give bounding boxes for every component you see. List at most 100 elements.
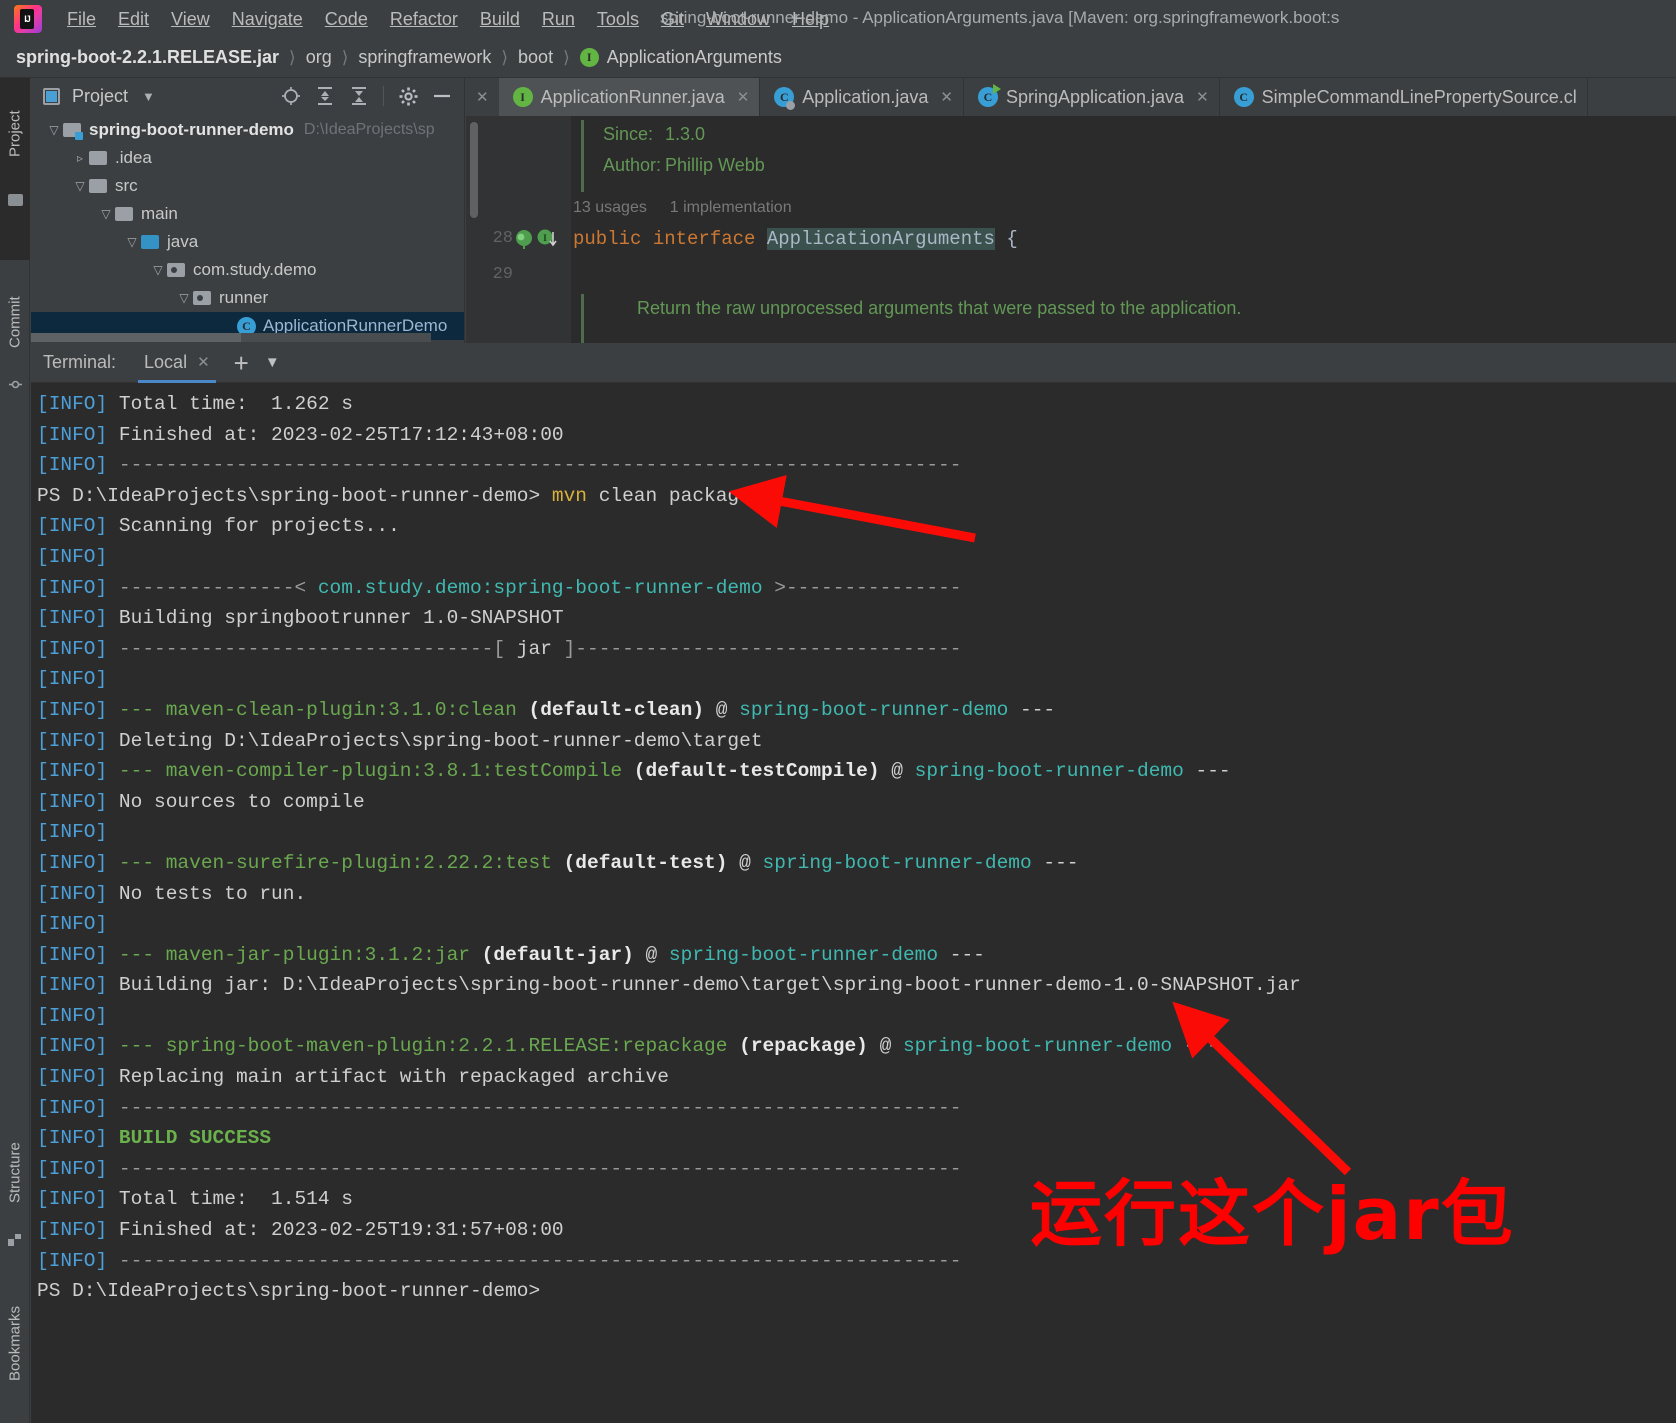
commit-icon: [9, 378, 22, 391]
terminal-log-line: [INFO] ---------------------------------…: [37, 454, 962, 477]
implementations-count[interactable]: 1 implementation: [670, 199, 792, 216]
chevron-right-icon[interactable]: ▹: [71, 151, 89, 165]
chevron-down-icon[interactable]: ▽: [71, 179, 89, 193]
terminal-tab-label: Local: [144, 351, 188, 372]
chevron-right-icon: ⟩: [289, 47, 296, 67]
terminal-log-line: [INFO]: [37, 668, 119, 691]
select-opened-file-icon[interactable]: [281, 86, 301, 106]
tab-application-java[interactable]: C Application.java ✕: [760, 78, 964, 116]
menu-run[interactable]: Run: [531, 5, 586, 34]
terminal-log-line: [INFO] --------------------------------[…: [37, 637, 962, 660]
hide-panel-icon[interactable]: [432, 86, 452, 106]
close-icon[interactable]: ✕: [1196, 88, 1209, 106]
editor-tab-bar: ✕ I ApplicationRunner.java ✕ C Applicati…: [466, 78, 1676, 116]
folder-icon: [89, 179, 107, 193]
menu-refactor[interactable]: Refactor: [379, 5, 469, 34]
chevron-down-icon[interactable]: ▽: [45, 123, 63, 137]
tree-item-src[interactable]: ▽ src: [31, 172, 464, 200]
menu-tools[interactable]: Tools: [586, 5, 650, 34]
terminal-log-line: [INFO] BUILD SUCCESS: [37, 1127, 272, 1150]
collapse-all-icon[interactable]: [349, 86, 369, 106]
chevron-down-icon[interactable]: ▼: [142, 89, 155, 104]
chevron-down-icon[interactable]: ▽: [97, 207, 115, 221]
gear-icon[interactable]: [398, 86, 418, 106]
runnable-class-icon: C: [977, 84, 1001, 107]
left-tool-stripe: Project Commit Structure Bookmarks: [0, 78, 30, 1423]
spring-class-icon: C: [774, 87, 796, 110]
interface-icon: I: [579, 48, 599, 67]
code-modifier: public: [573, 228, 642, 250]
override-marker-icon[interactable]: [513, 228, 535, 253]
javadoc-gutter-bar-2: [581, 294, 584, 343]
code-editor[interactable]: 28 29 I Since: 1.3.0 Author: Phillip Webb …: [466, 116, 1676, 343]
terminal-log-line: [INFO] Building springbootrunner 1.0-SNA…: [37, 607, 564, 630]
new-terminal-button[interactable]: +: [234, 350, 249, 376]
breadcrumb-jar[interactable]: spring-boot-2.2.1.RELEASE.jar: [16, 47, 279, 68]
menu-code-label: Code: [324, 8, 368, 29]
menu-tools-label: Tools: [596, 8, 639, 29]
chevron-right-icon: ⟩: [341, 47, 349, 67]
javadoc-label: Author:: [603, 155, 662, 175]
usages-hint[interactable]: 13 usages 1 implementation: [573, 199, 792, 217]
terminal-log-line: [INFO] --- maven-surefire-plugin:2.22.2:…: [37, 851, 1079, 874]
chevron-down-icon[interactable]: ▽: [123, 235, 141, 249]
menu-build[interactable]: Build: [469, 5, 531, 34]
terminal-tab-local[interactable]: Local ✕: [138, 344, 216, 383]
menu-file[interactable]: File: [56, 5, 107, 34]
project-panel-header: Project ▼: [31, 78, 464, 114]
menu-navigate[interactable]: Navigate: [221, 5, 314, 34]
implementation-marker-icon[interactable]: I: [536, 228, 560, 253]
tree-item-java[interactable]: ▽ java: [31, 228, 464, 256]
menu-git[interactable]: Git: [650, 5, 695, 34]
tree-item-com-study-demo[interactable]: ▽ com.study.demo: [31, 256, 464, 284]
tab-simplecommandlinepropertysource[interactable]: C SimpleCommandLinePropertySource.cl: [1220, 78, 1588, 116]
close-icon[interactable]: ✕: [940, 88, 953, 106]
expand-all-icon[interactable]: [315, 86, 335, 106]
scrollbar-thumb[interactable]: [31, 333, 241, 342]
terminal-log-line: [INFO] ---------------------------------…: [37, 1096, 962, 1119]
terminal-log-line: [INFO] ---------------< com.study.demo:s…: [37, 576, 962, 599]
tree-item-label: src: [115, 176, 138, 195]
terminal-log-line: [INFO] Building jar: D:\IdeaProjects\spr…: [37, 974, 1301, 997]
source-folder-icon: [141, 235, 159, 249]
project-horizontal-scrollbar[interactable]: [31, 333, 431, 342]
breadcrumb-springframework[interactable]: springframework: [358, 47, 491, 68]
chevron-down-icon[interactable]: ▽: [149, 263, 167, 277]
editor-vertical-scrollbar[interactable]: [470, 122, 478, 218]
close-icon[interactable]: ✕: [197, 353, 210, 371]
chevron-down-icon[interactable]: ▽: [175, 291, 193, 305]
terminal-output[interactable]: [INFO] Total time: 1.262 s [INFO] Finishe…: [31, 383, 1676, 1423]
chevron-down-icon[interactable]: ▼: [265, 354, 280, 371]
usages-count[interactable]: 13 usages: [573, 199, 647, 216]
menu-code[interactable]: Code: [314, 5, 379, 34]
sidebar-item-structure[interactable]: Structure: [0, 1123, 30, 1223]
tab-applicationrunner-java[interactable]: I ApplicationRunner.java ✕: [498, 78, 761, 116]
terminal-log-line: [INFO] Total time: 1.262 s: [37, 393, 353, 415]
tree-item-project-root[interactable]: ▽ spring-boot-runner-demo D:\IdeaProject…: [31, 116, 464, 144]
project-panel: Project ▼ ▽ spring-boot-runner-demo D:\I…: [31, 78, 465, 343]
breadcrumb-boot[interactable]: boot: [518, 47, 553, 68]
menu-help-label: Help: [792, 8, 830, 29]
menu-window[interactable]: Window: [695, 5, 781, 34]
tree-item-main[interactable]: ▽ main: [31, 200, 464, 228]
tree-item-runner[interactable]: ▽ runner: [31, 284, 464, 312]
breadcrumb-org[interactable]: org: [306, 47, 332, 68]
breadcrumb-applicationarguments[interactable]: ApplicationArguments: [607, 47, 782, 68]
line-number: 29: [492, 265, 513, 284]
terminal-log-line: [INFO]: [37, 913, 119, 936]
sidebar-item-bookmarks[interactable]: Bookmarks: [0, 1283, 30, 1403]
terminal-log-line: [INFO] No sources to compile: [37, 790, 365, 813]
terminal-log-line: [INFO] No tests to run.: [37, 882, 307, 905]
menu-refactor-label: Refactor: [389, 8, 458, 29]
tree-item-label: .idea: [115, 148, 152, 167]
menu-help[interactable]: Help: [781, 5, 840, 34]
menu-edit[interactable]: Edit: [107, 5, 160, 34]
sidebar-item-commit[interactable]: Commit: [0, 274, 30, 370]
tab-springapplication-java[interactable]: C SpringApplication.java ✕: [964, 78, 1220, 116]
sidebar-item-project[interactable]: Project: [0, 86, 30, 182]
menu-view[interactable]: View: [160, 5, 221, 34]
tree-item-idea[interactable]: ▹ .idea: [31, 144, 464, 172]
close-icon[interactable]: ✕: [737, 88, 750, 106]
code-content[interactable]: Since: 1.3.0 Author: Phillip Webb 13 usage…: [571, 116, 1676, 343]
tab-scroll-left-close[interactable]: ✕: [466, 78, 499, 116]
